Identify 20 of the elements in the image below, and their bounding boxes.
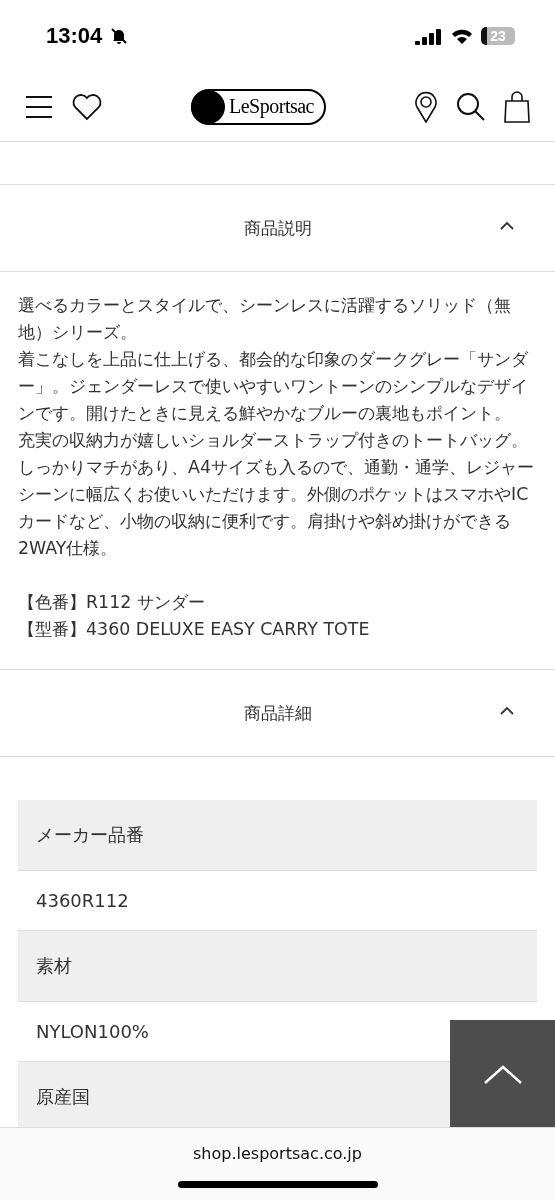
cart-button[interactable] — [504, 90, 530, 123]
url-text[interactable]: shop.lesportsac.co.jp — [193, 1144, 362, 1163]
table-header-cell: 素材 — [18, 931, 537, 1002]
brand-logo[interactable]: LeSportsac — [191, 88, 326, 125]
heart-button[interactable] — [71, 92, 103, 121]
search-button[interactable] — [456, 91, 486, 122]
description-paragraph: 選べるカラーとスタイルで、シーンレスに活躍するソリッド（無地）シリーズ。 — [18, 294, 512, 344]
wifi-icon — [451, 27, 473, 45]
menu-button[interactable] — [25, 94, 53, 119]
clock-time: 13:04 — [46, 23, 103, 49]
chevron-icon — [499, 706, 515, 716]
spec-line: 【型番】4360 DELUXE EASY CARRY TOTE — [18, 618, 371, 641]
signal-icon — [415, 27, 443, 45]
spec-line: 【色番】R112 サンダー — [18, 591, 206, 614]
description-paragraph: 着こなしを上品に仕上げる、都会的な印象のダークグレー「サンダー」。ジェンダーレスで使いやすいワントーンのシンプルなデザインです。開けたときに見える鮮やかなブルーの裏地もポイント。 — [18, 348, 529, 425]
location-button[interactable] — [414, 90, 438, 123]
battery-level: 23 — [481, 27, 515, 45]
chevron-icon — [499, 221, 515, 231]
description-paragraph: 充実の収納力が嬉しいショルダーストラップ付きのトートバッグ。しっかりマチがあり、A4サイズも入るので、通勤・通学、レジャーシーンに幅広くお使いいただけます。外側のポケットはスマホやICカードなど、小物の収納に便利です。肩掛けや斜め掛けができる2WAY仕様。 — [18, 429, 535, 560]
table-header-cell: メーカー品番 — [18, 800, 537, 871]
